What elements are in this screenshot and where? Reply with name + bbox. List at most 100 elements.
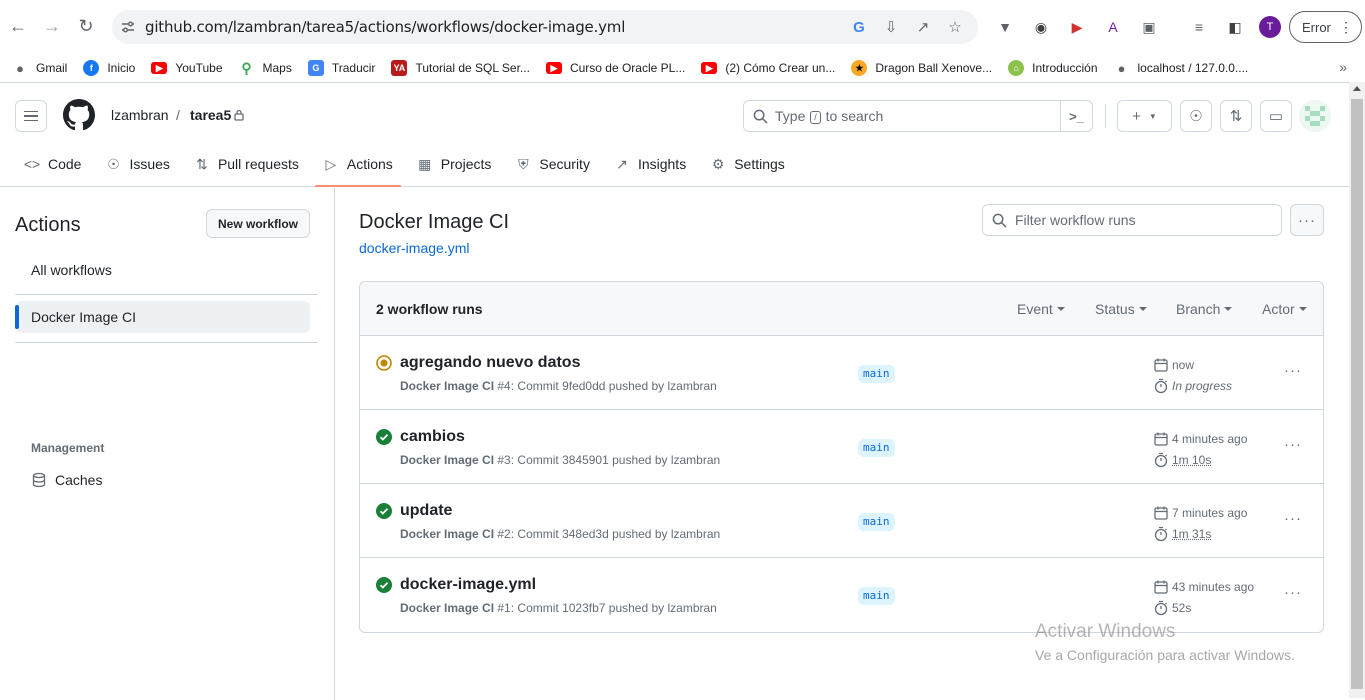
tab-security[interactable]: ⛨ Security	[507, 141, 598, 187]
reload-icon[interactable]: ↻	[75, 15, 97, 37]
run-duration: 52s	[1153, 600, 1191, 616]
bookmark-label: Maps	[263, 61, 292, 75]
run-kebab-icon[interactable]: ···	[1284, 362, 1302, 379]
more-bookmarks-icon[interactable]: »	[1339, 59, 1347, 75]
user-avatar[interactable]	[1299, 100, 1331, 132]
url-text[interactable]: github.com/lzambran/tarea5/actions/workf…	[145, 18, 625, 36]
global-search-input[interactable]: Type / to search >_	[743, 100, 1093, 132]
workflow-file-link[interactable]: docker-image.yml	[359, 240, 469, 256]
tab-pull-requests[interactable]: ⇅ Pull requests	[186, 141, 307, 187]
create-new-button[interactable]: + ▼	[1117, 100, 1172, 132]
breadcrumb-owner[interactable]: lzambran	[111, 107, 169, 123]
stopwatch-icon	[1153, 600, 1169, 616]
run-title[interactable]: agregando nuevo datos	[400, 354, 580, 372]
breadcrumb-repo[interactable]: tarea5	[190, 107, 231, 123]
workflow-run-row[interactable]: agregando nuevo datos Docker Image CI #4…	[360, 336, 1323, 410]
reading-list-icon[interactable]: ≡	[1189, 17, 1209, 37]
run-title[interactable]: update	[400, 502, 452, 520]
bookmark-youtube[interactable]: ▶ YouTube	[151, 61, 222, 75]
site-settings-icon[interactable]	[120, 19, 136, 35]
github-logo-icon[interactable]	[63, 99, 95, 131]
run-title[interactable]: docker-image.yml	[400, 576, 536, 594]
forward-arrow-icon[interactable]: →	[41, 15, 63, 37]
run-kebab-icon[interactable]: ···	[1284, 436, 1302, 453]
extensions-puzzle-icon[interactable]: ▣	[1139, 17, 1159, 37]
bookmark-gmail[interactable]: ● Gmail	[12, 60, 67, 76]
media-extension-icon[interactable]: ▶	[1067, 17, 1087, 37]
google-lens-icon[interactable]: G	[850, 18, 868, 36]
address-bar[interactable]: github.com/lzambran/tarea5/actions/workf…	[112, 10, 978, 44]
graph-icon: ↗	[614, 156, 630, 172]
tab-issues[interactable]: ☉ Issues	[97, 141, 177, 187]
bookmark-traducir[interactable]: G Traducir	[308, 60, 376, 76]
hamburger-menu-icon[interactable]	[15, 100, 47, 132]
status-filter-dropdown[interactable]: Status	[1095, 301, 1147, 317]
tab-projects[interactable]: ▦ Projects	[409, 141, 500, 187]
pull-requests-icon[interactable]: ⇅	[1220, 100, 1252, 132]
filter-label: Status	[1095, 301, 1135, 317]
robot-extension-icon[interactable]: ◉	[1031, 17, 1051, 37]
filter-workflow-runs-input[interactable]: Filter workflow runs	[982, 204, 1282, 236]
bookmark-star-icon[interactable]: ☆	[946, 18, 964, 36]
install-app-icon[interactable]: ⇩	[882, 18, 900, 36]
bookmark-label: Inicio	[107, 61, 135, 75]
header-divider	[1105, 104, 1106, 128]
filter-placeholder: Filter workflow runs	[1015, 212, 1136, 228]
page-scrollbar[interactable]	[1349, 82, 1365, 698]
dragon-ball-icon: ★	[851, 60, 867, 76]
profile-avatar[interactable]: T	[1259, 16, 1281, 38]
sidebar-item-docker-image-ci[interactable]: Docker Image CI	[16, 301, 310, 333]
vue-extension-icon[interactable]: ▼	[995, 17, 1015, 37]
actor-filter-dropdown[interactable]: Actor	[1262, 301, 1307, 317]
sidebar-item-all-workflows[interactable]: All workflows	[16, 254, 310, 286]
share-icon[interactable]: ↗	[914, 18, 932, 36]
event-filter-dropdown[interactable]: Event	[1017, 301, 1065, 317]
run-kebab-icon[interactable]: ···	[1284, 584, 1302, 601]
shield-icon: ⛨	[515, 156, 531, 172]
back-arrow-icon[interactable]: ←	[7, 15, 29, 37]
workflow-run-row[interactable]: update Docker Image CI #2: Commit 348ed3…	[360, 484, 1323, 558]
bookmark-introduccion[interactable]: ⌂ Introducción	[1008, 60, 1097, 76]
scroll-up-arrow-icon[interactable]	[1353, 86, 1361, 91]
bookmark-localhost[interactable]: ● localhost / 127.0.0....	[1114, 60, 1249, 76]
tab-insights[interactable]: ↗ Insights	[606, 141, 694, 187]
bookmark-oracle-course[interactable]: ▶ Curso de Oracle PL...	[546, 61, 685, 75]
run-workflow-name: Docker Image CI	[400, 379, 494, 393]
issue-icon: ☉	[105, 156, 121, 172]
new-workflow-button[interactable]: New workflow	[206, 209, 310, 238]
side-panel-icon[interactable]: ◧	[1225, 17, 1245, 37]
angular-extension-icon[interactable]: A	[1103, 17, 1123, 37]
run-title[interactable]: cambios	[400, 428, 465, 446]
bookmark-dragon-ball[interactable]: ★ Dragon Ball Xenove...	[851, 60, 992, 76]
identicon-image	[1299, 100, 1331, 132]
filter-label: Branch	[1176, 301, 1220, 317]
scrollbar-thumb[interactable]	[1351, 99, 1363, 689]
facebook-icon: f	[83, 60, 99, 76]
run-commit-info: #1: Commit 1023fb7 pushed by lzambran	[494, 601, 717, 615]
sidebar-item-caches[interactable]: Caches	[16, 464, 310, 496]
bookmark-maps[interactable]: ⚲ Maps	[239, 60, 292, 76]
workflow-menu-kebab-icon[interactable]: ···	[1290, 204, 1324, 236]
run-kebab-icon[interactable]: ···	[1284, 510, 1302, 527]
tab-actions[interactable]: ▷ Actions	[315, 141, 401, 187]
bookmark-sql-tutorial[interactable]: YA Tutorial de SQL Ser...	[391, 60, 530, 76]
run-commit-info: #2: Commit 348ed3d pushed by lzambran	[494, 527, 720, 541]
run-when: 7 minutes ago	[1172, 506, 1247, 520]
workflow-run-row[interactable]: cambios Docker Image CI #3: Commit 38459…	[360, 410, 1323, 484]
youtube-icon: ▶	[701, 62, 717, 74]
workflow-run-row[interactable]: docker-image.yml Docker Image CI #1: Com…	[360, 558, 1323, 632]
command-palette-icon[interactable]: >_	[1060, 101, 1092, 131]
branch-badge[interactable]: main	[858, 365, 895, 383]
tab-code[interactable]: <> Code	[16, 141, 89, 187]
caches-label: Caches	[55, 472, 102, 488]
inbox-icon[interactable]: ▭	[1260, 100, 1292, 132]
tab-settings[interactable]: ⚙ Settings	[702, 141, 793, 187]
branch-badge[interactable]: main	[858, 587, 895, 605]
branch-badge[interactable]: main	[858, 513, 895, 531]
bookmark-inicio[interactable]: f Inicio	[83, 60, 135, 76]
branch-badge[interactable]: main	[858, 439, 895, 457]
error-button[interactable]: Error ⋮	[1289, 11, 1362, 43]
issues-icon[interactable]: ☉	[1180, 100, 1212, 132]
bookmark-como-crear[interactable]: ▶ (2) Cómo Crear un...	[701, 61, 835, 75]
branch-filter-dropdown[interactable]: Branch	[1176, 301, 1232, 317]
